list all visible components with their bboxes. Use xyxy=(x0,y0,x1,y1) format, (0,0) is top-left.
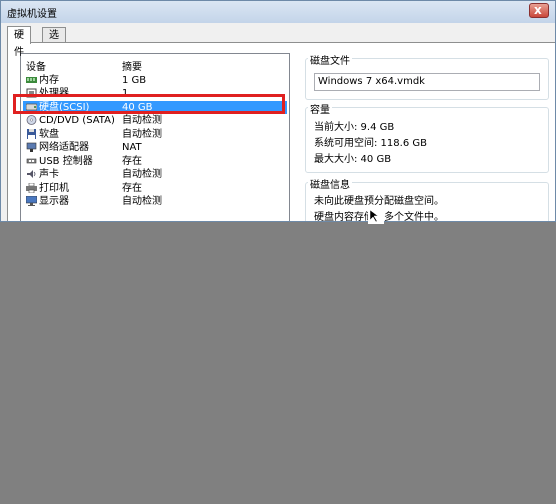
device-row-network[interactable]: 网络适配器 NAT xyxy=(23,141,287,154)
device-name: 软盘 xyxy=(39,129,59,140)
device-name: 内存 xyxy=(39,75,59,86)
column-header-summary[interactable]: 摘要 xyxy=(122,58,142,73)
memory-icon xyxy=(26,77,37,83)
device-summary: 存在 xyxy=(122,183,142,194)
disk-info-title: 磁盘信息 xyxy=(308,176,352,191)
disk-file-field[interactable]: Windows 7 x64.vmdk xyxy=(314,73,540,91)
device-summary: 1 GB xyxy=(122,75,147,86)
device-summary: NAT xyxy=(122,142,142,153)
device-row-floppy[interactable]: 软盘 自动检测 xyxy=(23,128,287,141)
device-summary: 自动检测 xyxy=(122,196,162,207)
device-row-cd-dvd[interactable]: CD/DVD (SATA) 自动检测 xyxy=(23,114,287,127)
disk-info-line-1: 未向此硬盘预分配磁盘空间。 xyxy=(314,196,444,207)
busy-cursor-icon xyxy=(368,208,384,224)
device-list[interactable]: 设备 摘要 内存 1 GB 处理器 1 硬盘(SCSI) 40 GB CD/DV… xyxy=(20,53,290,221)
max-size-text: 最大大小: 40 GB xyxy=(314,154,392,165)
capacity-group: 容量 当前大小: 9.4 GB 系统可用空间: 118.6 GB 最大大小: 4… xyxy=(305,101,549,173)
device-row-printer[interactable]: 打印机 存在 xyxy=(23,182,287,195)
device-row-memory[interactable]: 内存 1 GB xyxy=(23,74,287,87)
device-summary: 自动检测 xyxy=(122,115,162,126)
sound-icon xyxy=(27,170,36,178)
window-title: 虚拟机设置 xyxy=(7,9,57,20)
obscured-area xyxy=(0,222,556,504)
device-summary: 自动检测 xyxy=(122,129,162,140)
disk-file-title: 磁盘文件 xyxy=(308,52,352,67)
network-icon xyxy=(26,142,37,152)
device-name: CD/DVD (SATA) xyxy=(39,115,115,126)
device-row-sound[interactable]: 声卡 自动检测 xyxy=(23,168,287,181)
tab-hardware[interactable]: 硬件 xyxy=(7,26,31,58)
tab-options[interactable]: 选项 xyxy=(42,27,66,56)
hardware-panel: 设备 摘要 内存 1 GB 处理器 1 硬盘(SCSI) 40 GB CD/DV… xyxy=(7,42,555,221)
device-name: 网络适配器 xyxy=(39,142,89,153)
title-bar[interactable]: 虚拟机设置 x xyxy=(1,1,555,23)
device-summary: 自动检测 xyxy=(122,169,162,180)
device-name: 声卡 xyxy=(39,169,59,180)
system-free-text: 系统可用空间: 118.6 GB xyxy=(314,138,427,149)
device-summary: 存在 xyxy=(122,156,142,167)
device-row-display[interactable]: 显示器 自动检测 xyxy=(23,195,287,208)
printer-icon xyxy=(26,183,37,193)
selection-highlight-box xyxy=(13,94,285,114)
current-size-text: 当前大小: 9.4 GB xyxy=(314,122,395,133)
device-name: USB 控制器 xyxy=(39,156,93,167)
display-icon xyxy=(26,196,37,206)
capacity-title: 容量 xyxy=(308,101,332,116)
usb-icon xyxy=(26,158,37,164)
disk-file-group: 磁盘文件 Windows 7 x64.vmdk xyxy=(305,52,549,100)
floppy-icon xyxy=(27,129,36,139)
cd-dvd-icon xyxy=(26,115,37,125)
disk-info-group: 磁盘信息 未向此硬盘预分配磁盘空间。 硬盘内容存储在多个文件中。 xyxy=(305,176,549,221)
device-row-usb[interactable]: USB 控制器 存在 xyxy=(23,155,287,168)
device-name: 打印机 xyxy=(39,183,69,194)
close-button[interactable]: x xyxy=(529,3,549,18)
device-name: 显示器 xyxy=(39,196,69,207)
list-header: 设备 摘要 xyxy=(21,54,289,73)
column-header-device[interactable]: 设备 xyxy=(26,58,46,73)
close-icon: x xyxy=(534,3,542,17)
